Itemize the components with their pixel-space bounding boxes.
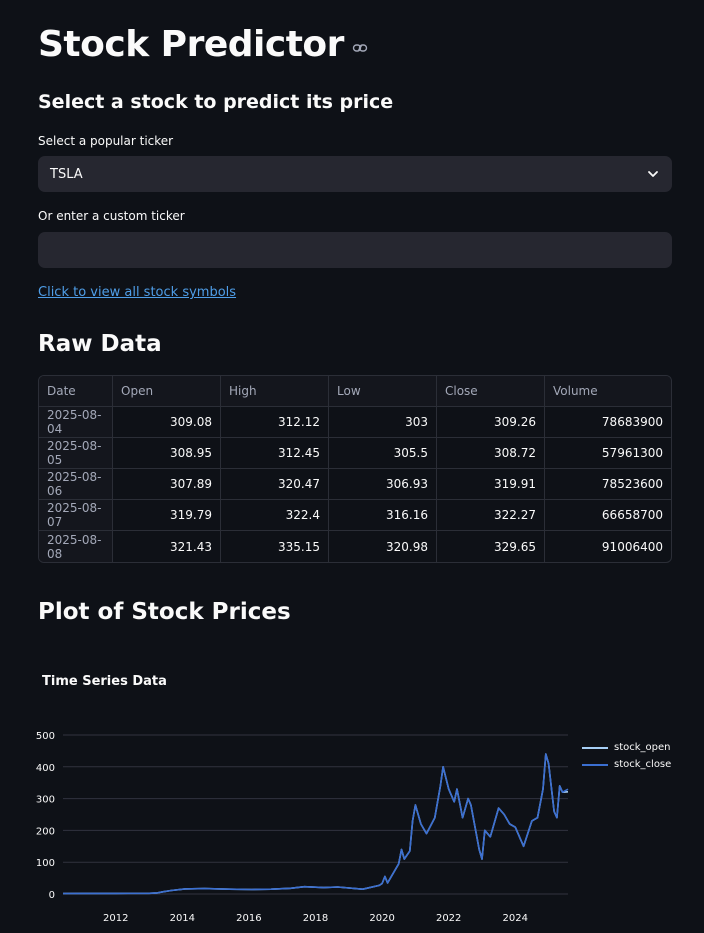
table-cell: 303 (329, 407, 437, 438)
x-tick-label: 2024 (503, 913, 528, 924)
table-cell: 305.5 (329, 438, 437, 469)
y-tick-label: 100 (36, 858, 55, 869)
table-row[interactable]: 2025-08-04 309.08 312.12 303 309.26 78683900 (39, 407, 671, 438)
table-cell: 320.98 (329, 531, 437, 562)
legend-swatch-close (582, 763, 608, 766)
popular-ticker-label: Select a popular ticker (38, 134, 174, 148)
table-cell: 312.45 (221, 438, 329, 469)
y-tick-label: 300 (36, 795, 55, 806)
x-tick-label: 2016 (236, 913, 261, 924)
table-cell-date: 2025-08-04 (39, 407, 113, 438)
table-cell: 322.27 (437, 500, 545, 531)
table-cell: 78683900 (545, 407, 671, 438)
table-row[interactable]: 2025-08-08 321.43 335.15 320.98 329.65 910064… (39, 531, 671, 562)
y-tick-label: 400 (36, 763, 55, 774)
table-cell: 322.4 (221, 500, 329, 531)
link-icon[interactable] (352, 40, 368, 56)
legend-label-open: stock_open (614, 742, 671, 753)
legend-item-close[interactable]: stock_close (582, 756, 671, 773)
table-cell: 335.15 (221, 531, 329, 562)
column-header-open[interactable]: Open (113, 376, 221, 407)
legend-label-close: stock_close (614, 759, 672, 770)
table-cell: 329.65 (437, 531, 545, 562)
series-line-stock_close (62, 753, 569, 895)
y-tick-label: 200 (36, 826, 55, 837)
column-header-high[interactable]: High (221, 376, 329, 407)
chart-legend: stock_open stock_close (582, 739, 671, 773)
legend-swatch-open (582, 746, 608, 749)
custom-ticker-label: Or enter a custom ticker (38, 209, 185, 223)
x-tick-label: 2020 (369, 913, 394, 924)
table-cell: 307.89 (113, 469, 221, 500)
x-tick-label: 2018 (303, 913, 328, 924)
view-symbols-link[interactable]: Click to view all stock symbols (38, 285, 236, 300)
plot-heading: Plot of Stock Prices (38, 599, 291, 625)
table-cell: 312.12 (221, 407, 329, 438)
table-cell: 57961300 (545, 438, 671, 469)
table-cell: 321.43 (113, 531, 221, 562)
popular-ticker-select[interactable]: TSLA (38, 156, 672, 192)
chevron-down-icon (648, 171, 658, 177)
column-header-close[interactable]: Close (437, 376, 545, 407)
popular-ticker-value: TSLA (50, 166, 83, 182)
table-cell: 309.26 (437, 407, 545, 438)
custom-ticker-input[interactable] (38, 232, 672, 268)
chart-title: Time Series Data (42, 674, 167, 689)
x-tick-label: 2012 (103, 913, 128, 924)
table-cell: 309.08 (113, 407, 221, 438)
page-title-text: Stock Predictor (38, 24, 344, 65)
table-cell: 319.79 (113, 500, 221, 531)
table-cell: 319.91 (437, 469, 545, 500)
section-subtitle: Select a stock to predict its price (38, 91, 394, 113)
table-row[interactable]: 2025-08-06 307.89 320.47 306.93 319.91 785236… (39, 469, 671, 500)
table-cell: 320.47 (221, 469, 329, 500)
column-header-low[interactable]: Low (329, 376, 437, 407)
legend-item-open[interactable]: stock_open (582, 739, 671, 756)
table-cell-date: 2025-08-07 (39, 500, 113, 531)
series-line-stock_open (62, 753, 569, 895)
table-cell: 308.95 (113, 438, 221, 469)
column-header-volume[interactable]: Volume (545, 376, 671, 407)
table-row[interactable]: 2025-08-07 319.79 322.4 316.16 322.27 6665870… (39, 500, 671, 531)
table-cell: 66658700 (545, 500, 671, 531)
page-title: Stock Predictor (38, 24, 368, 65)
column-header-date[interactable]: Date (39, 376, 113, 407)
table-header-row: Date Open High Low Close Volume (39, 376, 671, 407)
y-tick-label: 0 (49, 890, 55, 901)
table-row[interactable]: 2025-08-05 308.95 312.45 305.5 308.72 5796130… (39, 438, 671, 469)
y-tick-label: 500 (36, 731, 55, 742)
table-cell-date: 2025-08-06 (39, 469, 113, 500)
table-cell: 78523600 (545, 469, 671, 500)
table-cell-date: 2025-08-08 (39, 531, 113, 562)
table-cell: 316.16 (329, 500, 437, 531)
table-cell: 306.93 (329, 469, 437, 500)
x-tick-label: 2022 (436, 913, 461, 924)
raw-data-heading: Raw Data (38, 331, 162, 357)
x-tick-label: 2014 (170, 913, 195, 924)
table-cell-date: 2025-08-05 (39, 438, 113, 469)
raw-data-table: Date Open High Low Close Volume 2025-08-… (38, 375, 672, 563)
table-cell: 91006400 (601, 539, 663, 554)
table-cell: 308.72 (437, 438, 545, 469)
